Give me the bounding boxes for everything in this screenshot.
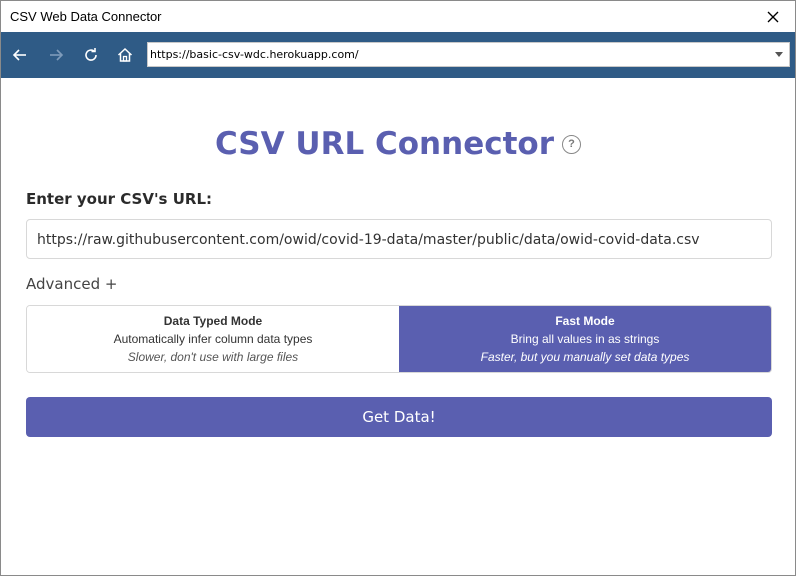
back-arrow-icon <box>12 49 26 61</box>
refresh-button[interactable] <box>77 41 105 69</box>
mode-title: Fast Mode <box>555 314 615 328</box>
mode-note: Faster, but you manually set data types <box>480 350 690 364</box>
advanced-toggle[interactable]: Advanced + <box>26 275 117 293</box>
data-typed-mode-option[interactable]: Data Typed Mode Automatically infer colu… <box>27 306 399 372</box>
url-input[interactable] <box>37 230 761 250</box>
page-content: CSV URL Connector? Enter your CSV's URL:… <box>1 78 795 575</box>
page-title: CSV URL Connector <box>214 126 555 162</box>
refresh-icon <box>85 48 97 61</box>
help-icon[interactable]: ? <box>562 134 582 154</box>
url-field[interactable] <box>26 219 772 259</box>
page-heading: CSV URL Connector? <box>1 126 795 162</box>
address-bar[interactable] <box>147 42 790 67</box>
fast-mode-option[interactable]: Fast Mode Bring all values in as strings… <box>399 306 771 372</box>
title-bar: CSV Web Data Connector <box>1 1 795 32</box>
chevron-down-icon[interactable] <box>775 52 783 57</box>
mode-description: Automatically infer column data types <box>113 332 313 346</box>
back-button[interactable] <box>6 41 34 69</box>
forward-arrow-icon <box>50 49 64 61</box>
navigation-bar <box>1 32 795 78</box>
mode-selector: Data Typed Mode Automatically infer colu… <box>26 305 772 373</box>
home-icon <box>117 47 133 62</box>
home-button[interactable] <box>111 41 139 69</box>
app-window: CSV Web Data Connector https://basic-csv… <box>0 0 796 576</box>
close-button[interactable] <box>751 1 795 32</box>
mode-title: Data Typed Mode <box>163 314 263 328</box>
mode-note: Slower, don't use with large files <box>127 350 299 364</box>
window-title: CSV Web Data Connector <box>10 9 162 24</box>
forward-button[interactable] <box>42 41 70 69</box>
get-data-button[interactable]: Get Data! <box>26 397 772 437</box>
address-input[interactable] <box>150 45 765 64</box>
mode-description: Bring all values in as strings <box>510 332 660 346</box>
url-label: Enter your CSV's URL: <box>26 190 212 208</box>
close-icon <box>767 11 779 22</box>
